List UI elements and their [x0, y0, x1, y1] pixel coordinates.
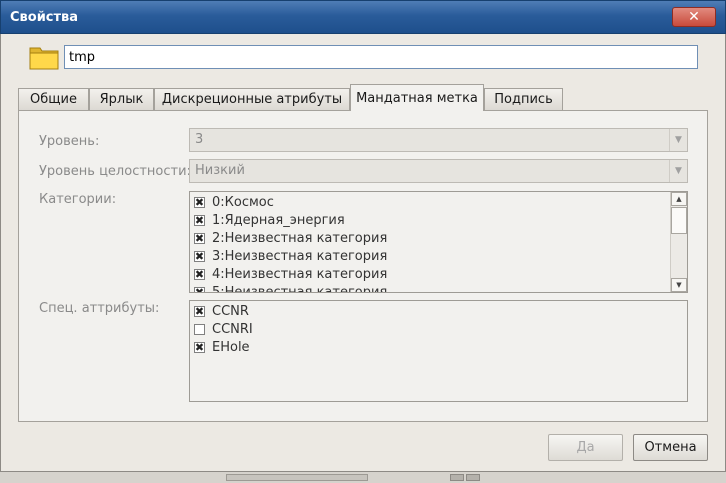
- tab-discretionary-label: Дискреционные атрибуты: [161, 92, 343, 107]
- scrollbar-thumb[interactable]: [671, 207, 687, 234]
- taskbar: [0, 471, 726, 483]
- window-title: Свойства: [10, 10, 79, 25]
- category-checkbox[interactable]: ✖: [194, 214, 205, 226]
- category-label: 0:Космос: [212, 194, 274, 210]
- taskbar-item[interactable]: [226, 474, 368, 481]
- tab-signature-label: Подпись: [494, 92, 553, 107]
- category-label: 5:Неизвестная категория: [212, 284, 388, 293]
- category-checkbox[interactable]: ✖: [194, 268, 205, 280]
- chevron-down-icon: ▼: [669, 160, 687, 182]
- special-attribute-label: EHole: [212, 339, 250, 355]
- category-label: 2:Неизвестная категория: [212, 230, 388, 246]
- tab-mandatory-label[interactable]: Мандатная метка: [350, 84, 484, 111]
- ok-button[interactable]: Да: [548, 434, 623, 461]
- cancel-button[interactable]: Отмена: [633, 434, 708, 461]
- category-item[interactable]: ✖ 5:Неизвестная категория: [194, 283, 388, 293]
- tab-signature[interactable]: Подпись: [484, 88, 563, 110]
- category-checkbox[interactable]: ✖: [194, 250, 205, 262]
- name-field[interactable]: [64, 45, 698, 69]
- special-attribute-label: CCNRI: [212, 321, 253, 337]
- category-label: 1:Ядерная_энергия: [212, 212, 345, 228]
- category-item[interactable]: ✖ 3:Неизвестная категория: [194, 247, 387, 265]
- special-attributes-label: Спец. аттрибуты:: [39, 301, 160, 316]
- category-label: 3:Неизвестная категория: [212, 248, 388, 264]
- close-icon: ✕: [688, 9, 700, 25]
- special-attribute-checkbox[interactable]: ✖: [194, 341, 205, 353]
- mandatory-panel: Уровень: 3 ▼ Уровень целостности: Низкий…: [18, 110, 708, 422]
- close-button[interactable]: ✕: [672, 7, 716, 27]
- level-label: Уровень:: [39, 134, 100, 149]
- tab-general[interactable]: Общие: [18, 88, 89, 110]
- integrity-select[interactable]: Низкий ▼: [189, 159, 688, 183]
- special-attributes-list: ✖ CCNR CCNRI ✖ EHole: [189, 300, 688, 402]
- ok-button-label: Да: [576, 440, 595, 455]
- tab-general-label: Общие: [30, 92, 77, 107]
- level-value: 3: [195, 132, 204, 147]
- taskbar-button[interactable]: [466, 474, 480, 481]
- integrity-value: Низкий: [195, 163, 245, 178]
- categories-label: Категории:: [39, 192, 117, 207]
- window-titlebar: Свойства ✕: [0, 0, 726, 34]
- category-item[interactable]: ✖ 0:Космос: [194, 193, 274, 211]
- special-attribute-item[interactable]: ✖ EHole: [194, 338, 250, 356]
- taskbar-button[interactable]: [450, 474, 464, 481]
- integrity-label: Уровень целостности:: [39, 164, 191, 179]
- scroll-down-arrow-icon[interactable]: ▼: [671, 278, 687, 292]
- categories-scrollbar[interactable]: ▲ ▼: [670, 192, 687, 292]
- special-attribute-item[interactable]: ✖ CCNR: [194, 302, 249, 320]
- categories-list: ✖ 0:Космос ✖ 1:Ядерная_энергия ✖ 2:Неизв…: [189, 191, 688, 293]
- special-attribute-item[interactable]: CCNRI: [194, 320, 253, 338]
- cancel-button-label: Отмена: [644, 440, 697, 455]
- category-checkbox[interactable]: ✖: [194, 196, 205, 208]
- category-checkbox[interactable]: ✖: [194, 232, 205, 244]
- level-select[interactable]: 3 ▼: [189, 128, 688, 152]
- tab-shortcut[interactable]: Ярлык: [89, 88, 154, 110]
- tab-shortcut-label: Ярлык: [99, 92, 144, 107]
- folder-icon: [29, 47, 59, 70]
- special-attribute-checkbox[interactable]: ✖: [194, 305, 205, 317]
- special-attribute-label: CCNR: [212, 303, 249, 319]
- tab-discretionary-attributes[interactable]: Дискреционные атрибуты: [154, 88, 350, 110]
- chevron-down-icon: ▼: [669, 129, 687, 151]
- category-label: 4:Неизвестная категория: [212, 266, 388, 282]
- category-item[interactable]: ✖ 1:Ядерная_энергия: [194, 211, 345, 229]
- scroll-up-arrow-icon[interactable]: ▲: [671, 192, 687, 206]
- category-item[interactable]: ✖ 2:Неизвестная категория: [194, 229, 387, 247]
- special-attribute-checkbox[interactable]: [194, 323, 205, 335]
- category-item[interactable]: ✖ 4:Неизвестная категория: [194, 265, 387, 283]
- category-checkbox[interactable]: ✖: [194, 286, 205, 292]
- tab-mandatory-label-text: Мандатная метка: [356, 90, 478, 106]
